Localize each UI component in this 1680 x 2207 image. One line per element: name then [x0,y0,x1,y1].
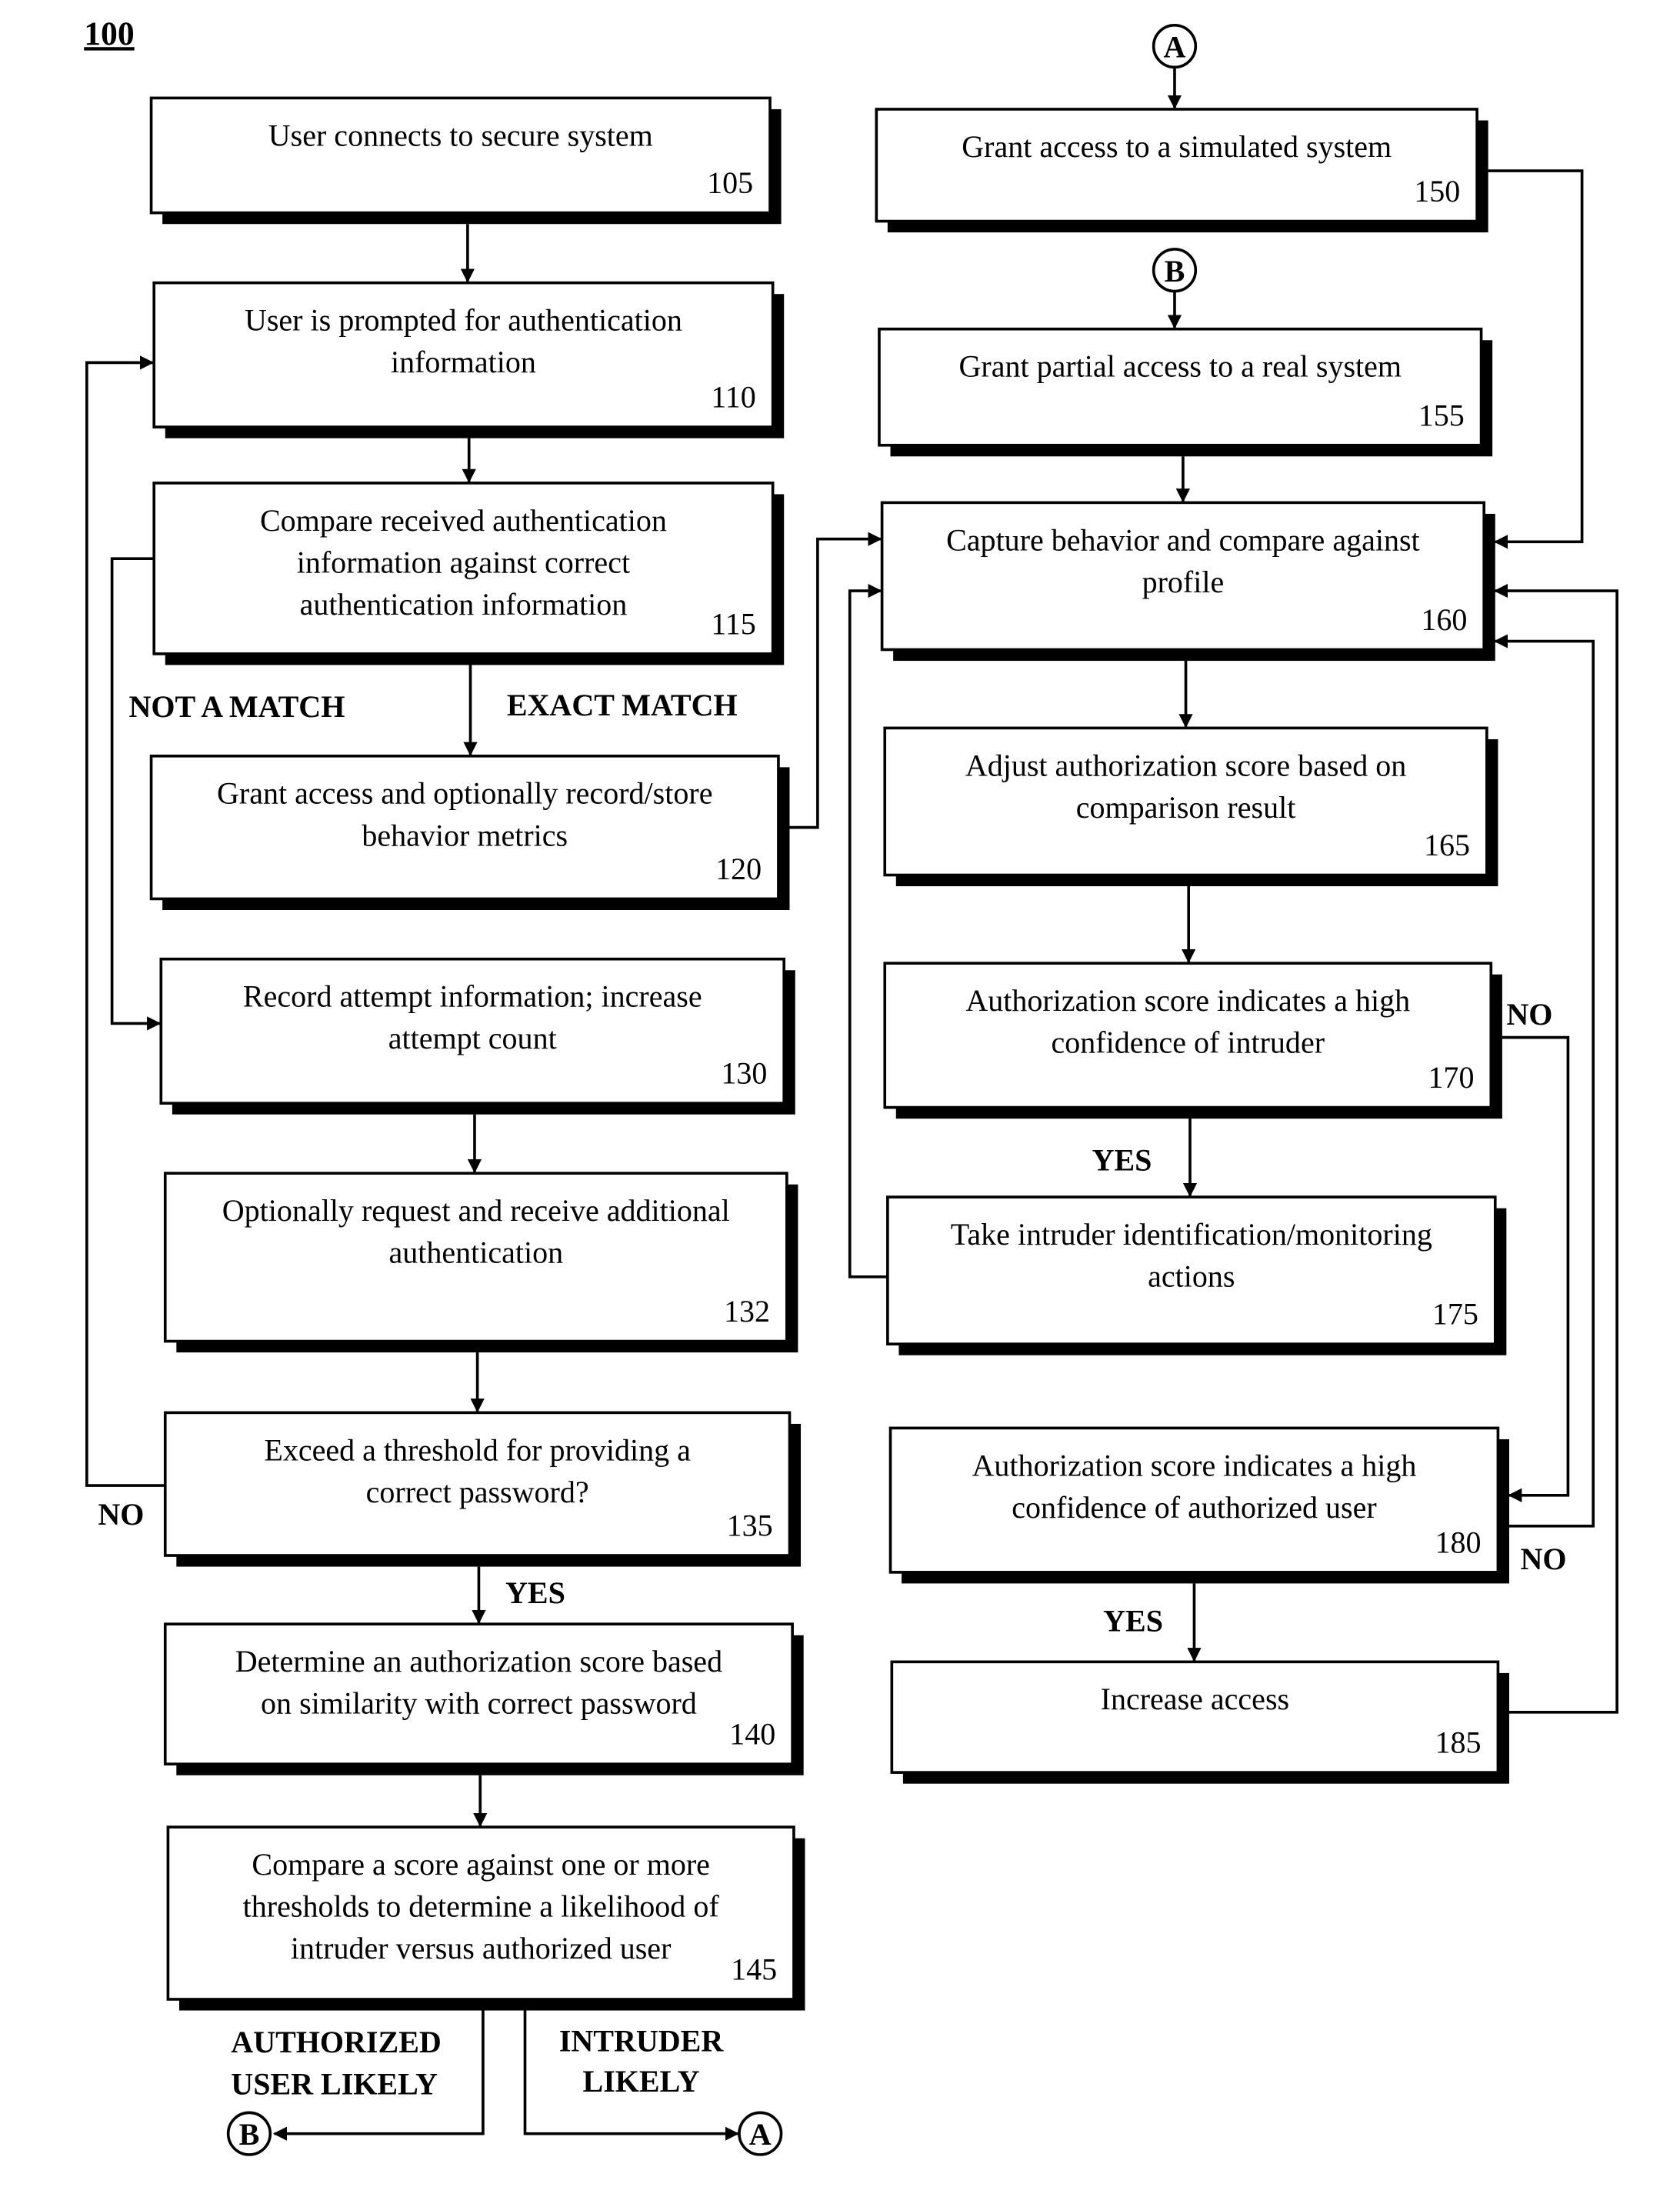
step-text: correct password? [366,1475,589,1509]
step-text: comparison result [1076,790,1296,825]
connector-b-top: B [1152,248,1198,293]
step-175: Take intruder identification/monitoring a… [886,1195,1507,1355]
step-text: Capture behavior and compare against [946,522,1420,557]
label-exact-match: EXACT MATCH [507,688,738,722]
connector-letter: A [749,2117,772,2152]
label-not-a-match: NOT A MATCH [128,689,345,724]
flowchart: 100 User connects to secure system105Use… [84,15,1618,2156]
step-text: thresholds to determine a likelihood of [243,1889,720,1924]
step-text: User is prompted for authentication [245,303,682,338]
step-ref-number: 170 [1428,1060,1474,1095]
label-yes-135: YES [505,1575,565,1610]
connector-letter: B [1165,254,1185,288]
step-ref-number: 150 [1414,174,1460,208]
step-text: information against correct [297,545,630,579]
connector-letter: A [1164,30,1186,65]
label-authorized-user-likely-2: USER LIKELY [231,2067,438,2102]
step-text: behavior metrics [362,818,568,852]
step-ref-number: 180 [1435,1525,1482,1559]
edge-150-160 [1488,169,1584,549]
label-yes-170: YES [1092,1143,1152,1178]
step-145: Compare a score against one or more thres… [166,1825,805,2011]
step-ref-number: 165 [1424,828,1470,862]
step-115: Compare received authentication informati… [152,482,785,665]
label-no-180: NO [1521,1542,1567,1576]
step-box [875,108,1478,223]
step-text: Increase access [1101,1682,1289,1716]
step-105: User connects to secure system 105 [149,96,782,225]
step-170: Authorization score indicates a high conf… [883,962,1502,1119]
connector-a-bottom: A [738,2111,783,2156]
process-boxes: User connects to secure system 105 User is… [149,96,1509,2011]
step-text: Record attempt information; increase [243,979,702,1014]
step-text: intruder versus authorized user [291,1931,671,1965]
step-text: Optionally request and receive additiona… [222,1193,730,1228]
step-text: authentication [388,1235,563,1270]
step-text: confidence of authorized user [1012,1490,1376,1525]
step-140: Determine an authorization score based on… [163,1622,804,1775]
step-ref-number: 140 [729,1717,775,1752]
step-ref-number: 110 [711,380,756,415]
step-text: on similarity with correct password [261,1686,697,1721]
step-ref-number: 132 [724,1294,770,1329]
step-132: Optionally request and receive additiona… [163,1172,798,1353]
connector-a-top: A [1152,23,1198,69]
step-185: Increase access 185 [890,1660,1509,1784]
step-text: confidence of intruder [1052,1025,1325,1060]
step-ref-number: 145 [731,1952,777,1986]
step-text: profile [1142,565,1225,599]
step-text: Adjust authorization score based on [965,748,1406,782]
step-165: Adjust authorization score based on compa… [883,726,1498,887]
label-authorized-user-likely-1: AUTHORIZED [231,2025,442,2059]
step-ref-number: 185 [1435,1725,1482,1760]
edge-175-160 [848,583,888,1279]
step-text: User connects to secure system [268,118,653,152]
connector-b-bottom: B [226,2111,272,2156]
step-ref-number: 135 [727,1509,773,1543]
step-150: Grant access to a simulated system 150 [875,108,1488,233]
step-130: Record attempt information; increase atte… [159,957,795,1115]
step-text: Grant access to a simulated system [962,129,1392,164]
step-text: Grant partial access to a real system [958,349,1402,384]
edge-180-160-no [1493,634,1595,1528]
step-text: actions [1148,1259,1235,1294]
step-ref-number: 115 [711,606,756,641]
label-no-135: NO [98,1497,144,1532]
label-intruder-likely-2: LIKELY [583,2064,700,2099]
connector-letter: B [239,2117,260,2152]
step-text: Compare received authentication [260,503,667,538]
step-box [149,96,772,215]
figure-label: 100 [84,15,135,52]
edge-170-180-no [1502,1035,1570,1502]
edge-120-160 [789,532,882,829]
step-text: authentication information [300,587,628,622]
step-ref-number: 175 [1432,1297,1478,1332]
step-180: Authorization score indicates a high conf… [888,1426,1509,1584]
step-text: Authorization score indicates a high [965,983,1410,1018]
step-box [878,327,1483,447]
step-text: Exceed a threshold for providing a [264,1432,691,1467]
step-ref-number: 130 [721,1056,767,1091]
label-no-170: NO [1506,997,1552,1032]
step-160: Capture behavior and compare against prof… [880,501,1495,662]
step-120: Grant access and optionally record/store… [149,754,790,910]
step-ref-number: 105 [707,165,753,200]
step-text: information [391,345,536,379]
step-box [890,1660,1500,1774]
step-135: Exceed a threshold for providing a correc… [163,1411,802,1567]
step-text: Take intruder identification/monitoring [951,1217,1432,1252]
step-text: Compare a score against one or more [252,1847,710,1882]
step-text: Authorization score indicates a high [972,1448,1417,1482]
step-ref-number: 155 [1418,398,1465,432]
label-intruder-likely-1: INTRUDER [559,2023,725,2058]
step-ref-number: 120 [715,852,762,886]
step-155: Grant partial access to a real system 155 [878,327,1493,457]
step-ref-number: 160 [1421,602,1467,637]
step-text: attempt count [388,1021,557,1055]
step-110: User is prompted for authentication infor… [152,281,785,438]
step-text: Determine an authorization score based [235,1644,722,1679]
step-text: Grant access and optionally record/store [217,776,712,811]
label-yes-180: YES [1103,1603,1163,1638]
